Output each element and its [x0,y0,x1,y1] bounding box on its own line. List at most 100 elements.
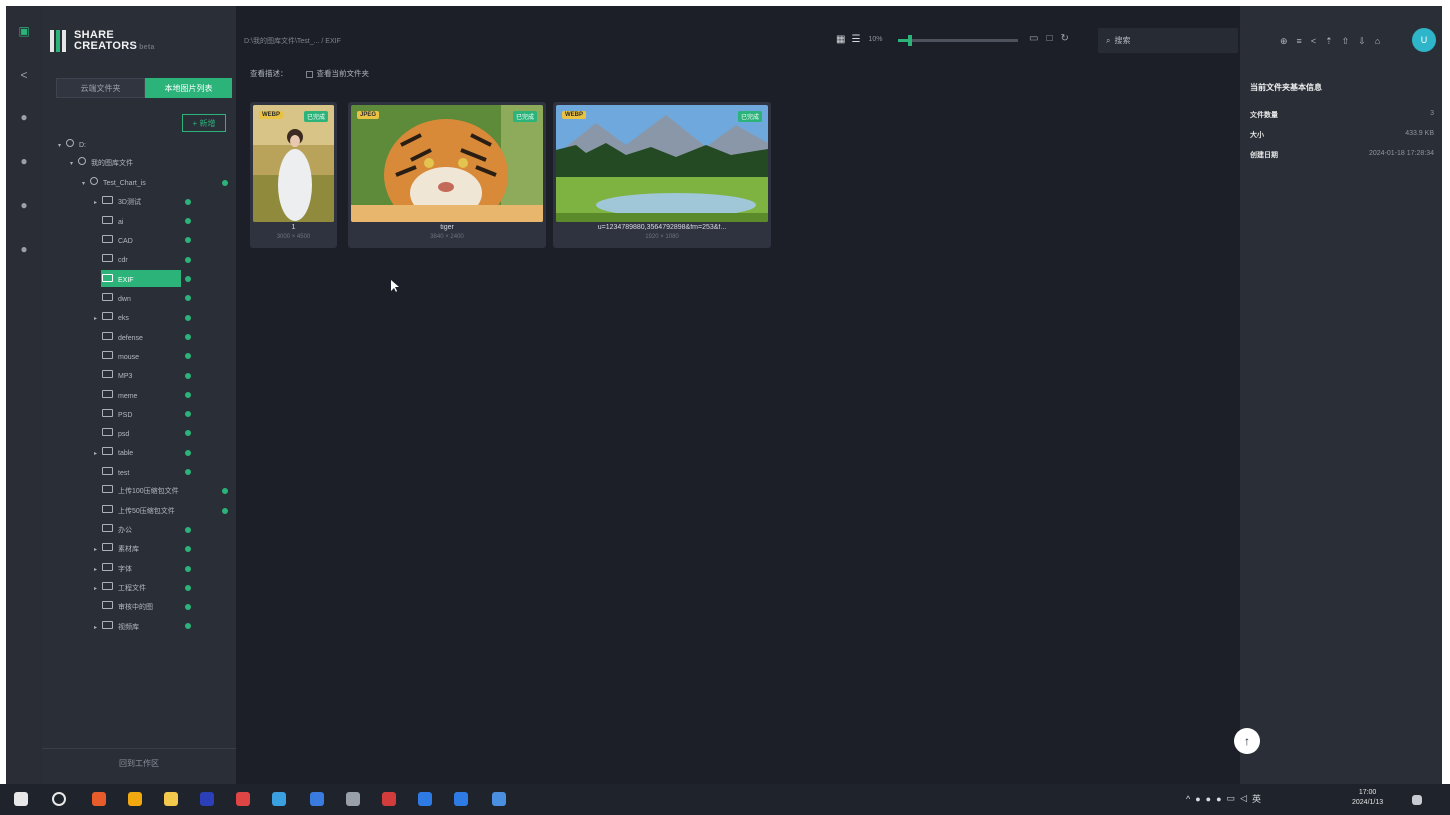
image-icon[interactable]: ● [17,110,31,124]
tree-item[interactable]: ▾ D: [42,134,236,153]
sync-status-dot [185,565,191,572]
expand-arrow-icon[interactable]: ▾ [70,160,78,167]
user-icon[interactable]: ⌂ [1375,36,1380,47]
tray-icon[interactable]: ● [1195,794,1200,804]
tree-item[interactable]: psd [42,423,236,442]
breadcrumb[interactable]: D:\我的图库文件\Test_... / EXIF [244,36,341,46]
app-icon[interactable] [346,792,360,806]
chevron-up-icon[interactable]: ^ [1186,794,1190,804]
tree-item[interactable]: ▸ 工程文件 [42,578,236,597]
image-card[interactable]: WEBP 已完成 1 3000 × 4500 [250,102,337,248]
tree-item[interactable]: ▸ eks [42,308,236,327]
tree-item[interactable]: CAD [42,230,236,249]
settings-icon[interactable]: ● [17,242,31,256]
folder-icon[interactable]: ● [17,154,31,168]
share-icon[interactable]: < [17,68,31,82]
app-icon[interactable] [310,792,324,806]
back-to-workspace-button[interactable]: 回到工作区 [42,748,236,778]
list-view-icon[interactable]: ☰ [851,34,860,45]
tree-item[interactable]: meme [42,385,236,404]
volume-icon[interactable]: ◁ [1240,793,1247,804]
share-icon[interactable]: < [1311,36,1316,47]
tree-item[interactable]: 上传50压缩包文件 [42,501,236,520]
tree-item[interactable]: test [42,462,236,481]
app-icon[interactable] [454,792,468,806]
network-icon[interactable]: ▭ [1227,793,1236,804]
tree-item[interactable]: ▾ Test_Chart_is [42,173,236,192]
tree-item[interactable]: 审核中的图 [42,597,236,616]
expand-arrow-icon[interactable]: ▾ [58,142,66,149]
app-icon[interactable] [272,792,286,806]
download-icon[interactable]: ⇩ [1358,36,1366,47]
firefox-icon[interactable] [92,792,106,806]
tree-item-label: test [118,469,130,477]
cloud-icon[interactable]: ● [17,198,31,212]
edge-icon[interactable] [418,792,432,806]
start-icon[interactable] [14,792,28,806]
tree-item[interactable]: defense [42,327,236,346]
image-card[interactable]: JPEG 已完成 tiger 3840 × 2400 [348,102,546,248]
description-toggle[interactable]: 查看描述： [250,68,288,79]
search-icon[interactable] [52,792,66,806]
tree-item[interactable]: dwn [42,288,236,307]
expand-arrow-icon[interactable]: ▸ [94,450,102,457]
tree-item[interactable]: ai [42,211,236,230]
zoom-slider[interactable] [898,35,1018,46]
tree-item[interactable]: ▸ 素材库 [42,539,236,558]
search-input[interactable]: 搜索 [1114,35,1130,46]
tab-local[interactable]: 本地图片列表 [145,78,232,98]
tree-item[interactable]: ▸ 字体 [42,559,236,578]
view-folder-toggle[interactable]: 查看当前文件夹 [305,68,369,79]
expand-arrow-icon[interactable]: ▸ [94,624,102,631]
app-icon[interactable] [382,792,396,806]
expand-arrow-icon[interactable]: ▸ [94,199,102,206]
tree-item[interactable]: ▸ 3D测试 [42,192,236,211]
tab-cloud[interactable]: 云端文件夹 [56,78,145,98]
folder-icon [102,389,113,398]
folder-icon [102,485,113,494]
tree-item[interactable]: ▸ 视频库 [42,616,236,635]
filter-icon[interactable]: ≡ [1297,36,1302,47]
grid-view-icon[interactable]: ▦ [836,34,845,45]
search-box[interactable]: ⌕ 搜索 [1098,28,1238,53]
ime-indicator[interactable]: 英 [1252,792,1261,805]
app-icon[interactable] [492,792,506,806]
avatar[interactable]: U [1412,28,1436,52]
chrome-icon[interactable] [128,792,142,806]
tree-item[interactable]: MP3 [42,366,236,385]
zoom-slider-knob[interactable] [908,35,912,46]
image-card[interactable]: WEBP 已完成 u=1234789880,3564792898&fm=253&… [553,102,771,248]
folder-tree: ▾ D: ▾ 我的图库文件 ▾ Test_Chart_is ▸ 3D测试 ai CAD cdr EXI… [42,134,236,636]
tree-item[interactable]: ▸ table [42,443,236,462]
notification-icon[interactable] [1412,795,1422,805]
expand-arrow-icon[interactable]: ▾ [82,180,90,187]
tree-item[interactable]: ▾ 我的图库文件 [42,153,236,172]
refresh-icon[interactable]: ↻ [1061,33,1069,44]
pin-icon[interactable]: ⊕ [1280,36,1288,47]
tree-item-label: 工程文件 [118,584,146,592]
tree-item[interactable]: EXIF [42,269,236,288]
scroll-to-top-button[interactable]: ↑ [1234,728,1260,754]
sync-status-dot [185,430,191,437]
tree-item[interactable]: cdr [42,250,236,269]
add-folder-button[interactable]: + 新增 [182,114,226,132]
expand-arrow-icon[interactable]: ▸ [94,585,102,592]
upload-icon[interactable]: ⇧ [1342,36,1350,47]
app-icon[interactable] [236,792,250,806]
tree-item[interactable]: PSD [42,404,236,423]
layout-icon[interactable]: ▭ [1029,33,1038,44]
home-icon[interactable]: ▣ [17,24,31,38]
expand-arrow-icon[interactable]: ▸ [94,566,102,573]
system-clock[interactable]: 17:00 2024/1/13 [1352,788,1383,808]
tray-icon[interactable]: ● [1206,794,1211,804]
tree-item[interactable]: 上传100压缩包文件 [42,481,236,500]
tree-item[interactable]: mouse [42,346,236,365]
export-icon[interactable]: ⇡ [1325,36,1333,47]
expand-arrow-icon[interactable]: ▸ [94,315,102,322]
photoshop-icon[interactable] [200,792,214,806]
tree-item[interactable]: 办公 [42,520,236,539]
files-icon[interactable] [164,792,178,806]
tray-icon[interactable]: ● [1216,794,1221,804]
fullscreen-icon[interactable]: □ [1046,33,1052,44]
expand-arrow-icon[interactable]: ▸ [94,546,102,553]
